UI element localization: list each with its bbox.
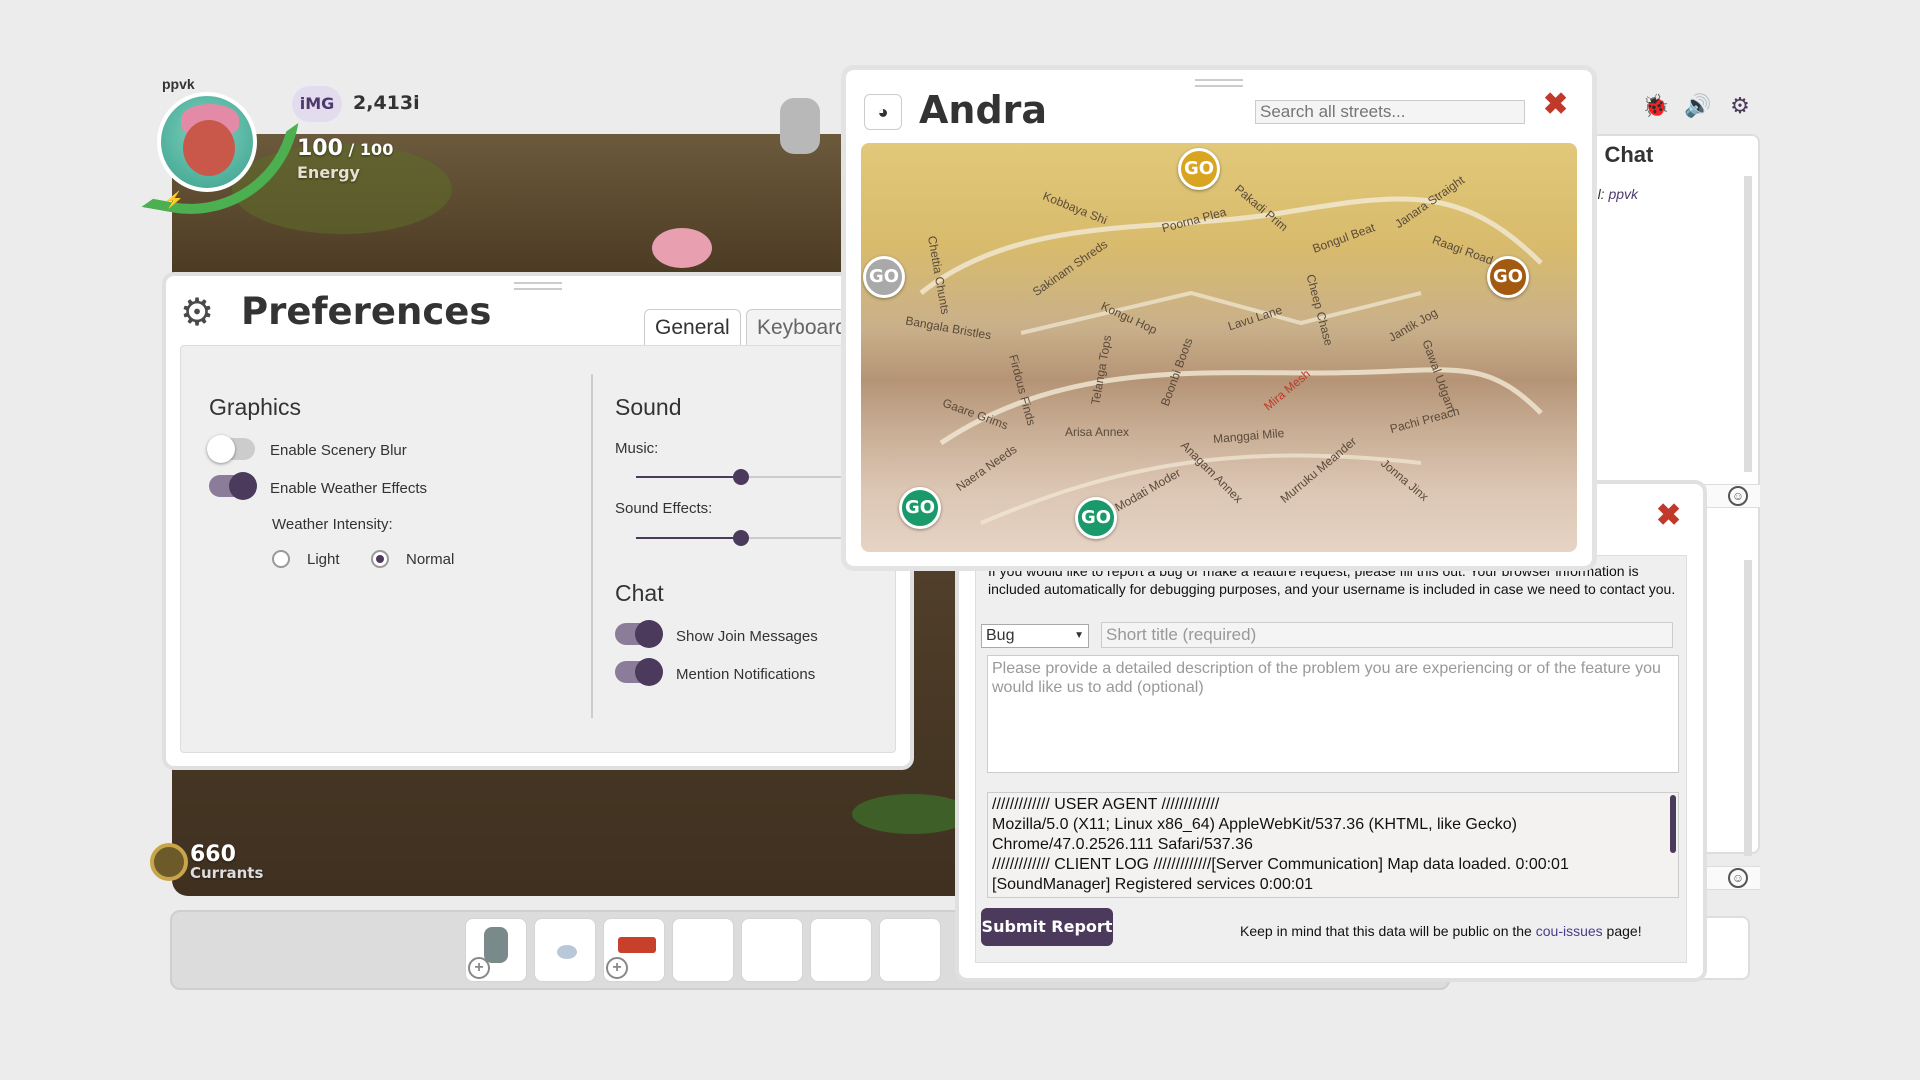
energy-label: Energy bbox=[297, 163, 360, 182]
report-description-textarea[interactable]: Please provide a detailed description of… bbox=[987, 655, 1679, 773]
intensity-normal-radio[interactable] bbox=[371, 550, 389, 568]
note-prefix: Keep in mind that this data will be publ… bbox=[1240, 923, 1536, 939]
submit-report-button[interactable]: Submit Report bbox=[981, 908, 1113, 946]
intensity-light-radio[interactable] bbox=[272, 550, 290, 568]
join-messages-label: Show Join Messages bbox=[676, 628, 818, 645]
energy-current: 100 bbox=[297, 136, 343, 161]
inventory-slot[interactable] bbox=[741, 918, 803, 982]
inventory-slot[interactable] bbox=[672, 918, 734, 982]
weather-effects-toggle[interactable] bbox=[209, 472, 257, 500]
globe-icon[interactable]: ◕ bbox=[864, 94, 902, 130]
intensity-normal-label: Normal bbox=[406, 551, 455, 568]
img-value: 2,413i bbox=[353, 92, 420, 114]
public-data-note: Keep in mind that this data will be publ… bbox=[1240, 923, 1642, 939]
avatar-face bbox=[183, 120, 235, 176]
add-icon[interactable]: + bbox=[606, 957, 628, 979]
weather-effects-label: Enable Weather Effects bbox=[270, 480, 428, 497]
street-label[interactable]: Arisa Annex bbox=[1065, 425, 1129, 439]
energy-max: 100 bbox=[359, 140, 394, 159]
mention-notifications-label: Mention Notifications bbox=[676, 666, 816, 683]
bug-report-intro: If you would like to report a bug or mak… bbox=[988, 563, 1676, 597]
inventory-slot[interactable] bbox=[534, 918, 596, 982]
gear-icon[interactable]: ⚙ bbox=[1726, 92, 1754, 120]
report-type-value: Bug bbox=[986, 627, 1015, 644]
inventory-slot[interactable] bbox=[879, 918, 941, 982]
toolbox-icon bbox=[618, 937, 656, 953]
sfx-label: Sound Effects: bbox=[615, 500, 713, 517]
scenery-blur-label: Enable Scenery Blur bbox=[270, 442, 407, 459]
log-line: Mozilla/5.0 (X11; Linux x86_64) AppleWeb… bbox=[992, 816, 1517, 833]
chat-scrollbar-2[interactable] bbox=[1744, 560, 1752, 856]
sound-heading: Sound bbox=[615, 394, 682, 420]
inventory-slot[interactable]: + bbox=[465, 918, 527, 982]
tab-general[interactable]: General bbox=[644, 309, 741, 345]
inventory-slot[interactable] bbox=[810, 918, 872, 982]
currants-coin-icon bbox=[150, 843, 188, 881]
intensity-light-label: Light bbox=[307, 551, 340, 568]
go-button-southwest[interactable]: GO bbox=[899, 487, 941, 529]
channel-user-link[interactable]: ppvk bbox=[1608, 186, 1638, 202]
go-button-east[interactable]: GO bbox=[1487, 256, 1529, 298]
log-line: Chrome/47.0.2526.111 Safari/537.36 bbox=[992, 836, 1253, 853]
energy-separator: / bbox=[342, 140, 360, 159]
rock-icon bbox=[557, 945, 577, 959]
weather-intensity-label: Weather Intensity: bbox=[272, 516, 393, 533]
graphics-heading: Graphics bbox=[209, 394, 302, 420]
bag-icon bbox=[484, 927, 508, 963]
currants-label: Currants bbox=[190, 864, 264, 882]
rock-npc-icon[interactable] bbox=[780, 98, 820, 154]
sfx-slider[interactable] bbox=[636, 530, 846, 546]
go-button-north[interactable]: GO bbox=[1178, 148, 1220, 190]
chevron-down-icon: ▼ bbox=[1074, 630, 1084, 641]
lightning-icon: ⚡ bbox=[164, 192, 184, 209]
energy-readout: 100 / 100 bbox=[297, 136, 393, 161]
drag-handle[interactable] bbox=[1195, 79, 1243, 87]
map-title: Andra bbox=[919, 88, 1048, 132]
log-scrollbar[interactable] bbox=[1670, 795, 1676, 853]
bug-icon[interactable]: 🐞 bbox=[1642, 92, 1670, 120]
mention-notifications-toggle[interactable] bbox=[615, 658, 663, 686]
bush-decoration bbox=[852, 794, 972, 834]
speaker-icon[interactable]: 🔊 bbox=[1684, 92, 1712, 120]
gears-icon: ⚙ bbox=[180, 292, 215, 334]
chat-heading: Chat bbox=[615, 580, 664, 606]
img-currency-badge: iMG bbox=[292, 86, 342, 122]
log-line: [SoundManager] Registered services 0:00:… bbox=[992, 876, 1314, 893]
music-slider-track bbox=[741, 476, 846, 478]
report-type-select[interactable]: Bug ▼ bbox=[981, 624, 1089, 648]
cou-issues-link[interactable]: cou-issues bbox=[1536, 923, 1603, 939]
region-map[interactable]: Kobbaya Shi Poorna Plea Pakadi Prim Bong… bbox=[861, 143, 1577, 552]
preferences-title: Preferences bbox=[241, 290, 492, 333]
music-slider-knob[interactable] bbox=[733, 469, 749, 485]
add-icon[interactable]: + bbox=[468, 957, 490, 979]
sfx-slider-knob[interactable] bbox=[733, 530, 749, 546]
street-search-input[interactable] bbox=[1255, 100, 1525, 124]
note-suffix: page! bbox=[1602, 923, 1642, 939]
player-avatar[interactable] bbox=[157, 92, 257, 192]
chat-scrollbar[interactable] bbox=[1744, 176, 1752, 472]
log-line: ///////////// CLIENT LOG /////////////[S… bbox=[992, 856, 1569, 873]
emoji-icon-2[interactable]: ☺ bbox=[1728, 868, 1748, 888]
emoji-icon[interactable]: ☺ bbox=[1728, 486, 1748, 506]
player-username: ppvk bbox=[162, 76, 195, 92]
log-line: ///////////// USER AGENT ///////////// bbox=[992, 796, 1220, 813]
map-paths bbox=[919, 196, 1543, 525]
music-slider[interactable] bbox=[636, 469, 846, 485]
sfx-slider-track bbox=[741, 537, 846, 539]
music-label: Music: bbox=[615, 440, 659, 457]
go-button-south[interactable]: GO bbox=[1075, 497, 1117, 539]
join-messages-toggle[interactable] bbox=[615, 620, 663, 648]
close-icon[interactable]: ✖ bbox=[1543, 87, 1568, 122]
flower-decoration bbox=[652, 228, 712, 268]
report-title-input[interactable]: Short title (required) bbox=[1101, 622, 1673, 648]
inventory-slot[interactable]: + bbox=[603, 918, 665, 982]
report-log-textarea[interactable]: ///////////// USER AGENT ///////////// M… bbox=[987, 792, 1679, 898]
go-button-west[interactable]: GO bbox=[863, 256, 905, 298]
column-divider bbox=[591, 374, 593, 718]
close-icon[interactable]: ✖ bbox=[1656, 498, 1681, 533]
scenery-blur-toggle[interactable] bbox=[207, 435, 255, 463]
drag-handle[interactable] bbox=[514, 282, 562, 290]
